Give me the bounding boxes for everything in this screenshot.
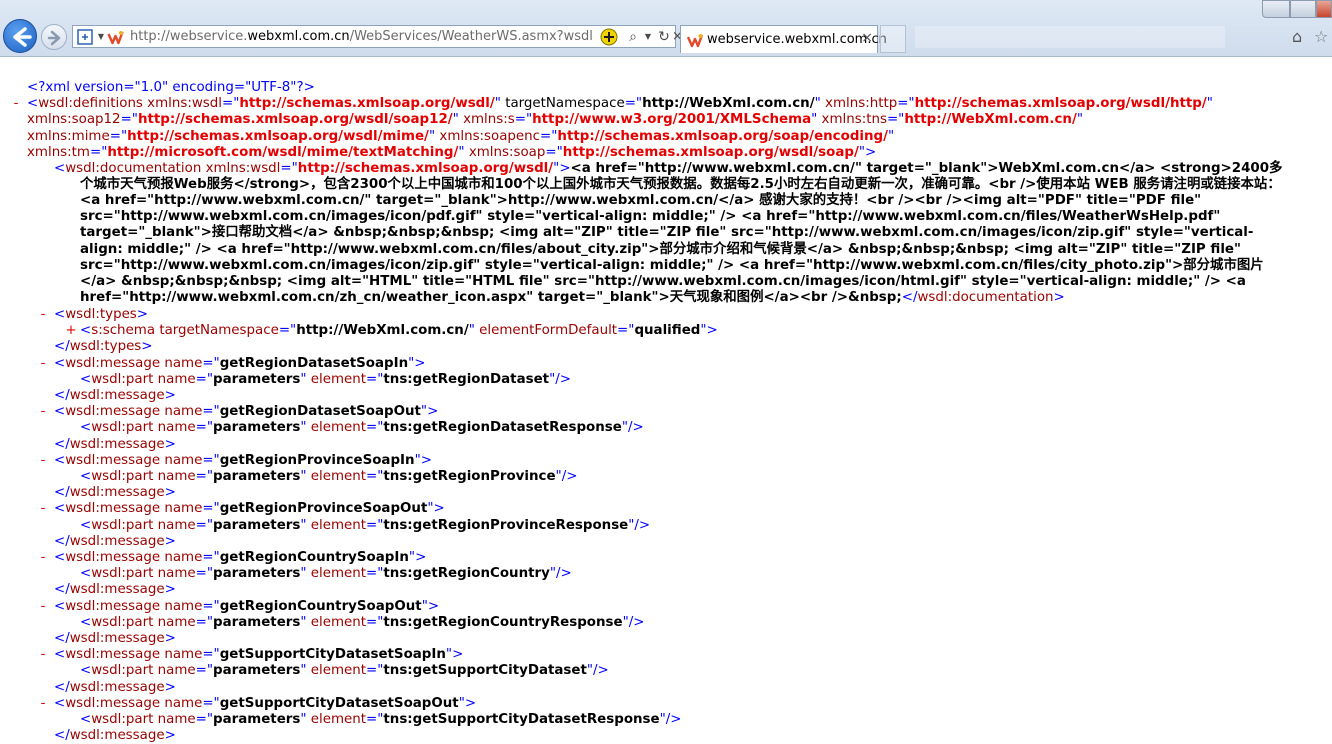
- collapse-toggle-message[interactable]: -: [37, 404, 49, 420]
- message-part-line: <wsdl:part name="parameters" element="tn…: [80, 614, 645, 630]
- documentation-text-8: href="http://www.webxml.com.cn/zh_cn/wea…: [80, 290, 902, 305]
- message-part-line: <wsdl:part name="parameters" element="tn…: [80, 420, 644, 436]
- definitions-line-1: <wsdl:definitions xmlns:wsdl="http://sch…: [27, 96, 1213, 111]
- site-favicon-icon: [107, 31, 124, 45]
- collapse-toggle-definitions[interactable]: -: [10, 96, 22, 112]
- documentation-open-line: <wsdl:documentation xmlns:wsdl="http://s…: [54, 161, 1283, 176]
- url-suffix: /WebServices/WeatherWS.asmx?wsdl: [349, 29, 593, 44]
- documentation-text-1: 个城市天气预报Web服务</strong>，包含2300个以上中国城市和100个…: [80, 177, 1281, 192]
- documentation-text-0: <a href="http://www.webxml.com.cn/" targ…: [570, 161, 1283, 176]
- collapse-toggle-message[interactable]: -: [37, 550, 49, 566]
- compatibility-icon[interactable]: [77, 29, 93, 45]
- message-open-line: <wsdl:message name="getRegionDatasetSoap…: [54, 355, 426, 371]
- collapse-toggle-message[interactable]: -: [37, 501, 49, 517]
- documentation-text-2: <a href="http://www.webxml.com.cn/" targ…: [80, 193, 1202, 208]
- tab-label: webservice.webxml.com.cn: [707, 32, 887, 47]
- forward-button[interactable]: [41, 24, 67, 50]
- message-close-line: </wsdl:message>: [54, 387, 176, 403]
- documentation-text-4: target="_blank">接口帮助文档</a> &nbsp;&nbsp;&…: [80, 225, 1254, 240]
- new-tab-button[interactable]: [880, 25, 906, 53]
- message-open-line: <wsdl:message name="getRegionDatasetSoap…: [54, 404, 439, 420]
- message-open-line: <wsdl:message name="getRegionCountrySoap…: [54, 598, 440, 614]
- documentation-text-7: </a> &nbsp;&nbsp;&nbsp; <img alt="HTML" …: [80, 274, 1246, 289]
- url-domain: webxml.com.cn: [247, 29, 350, 44]
- browser-toolbar: ▼ http://webservice.webxml.com.cn/WebSer…: [0, 0, 1332, 57]
- message-open-line: <wsdl:message name="getRegionCountrySoap…: [54, 549, 427, 565]
- message-open-line: <wsdl:message name="getSupportCityDatase…: [54, 695, 477, 711]
- home-icon[interactable]: ⌂: [1292, 27, 1310, 46]
- message-part-line: <wsdl:part name="parameters" element="tn…: [80, 663, 609, 679]
- message-close-line: </wsdl:message>: [54, 582, 176, 598]
- tab-webservice[interactable]: webservice.webxml.com.cn ×: [680, 25, 887, 53]
- types-open-line: <wsdl:types>: [54, 307, 149, 322]
- message-part-line: <wsdl:part name="parameters" element="tn…: [80, 468, 578, 484]
- url-prefix: http://webservice.: [130, 29, 248, 44]
- documentation-close-line: href="http://www.webxml.com.cn/zh_cn/wea…: [80, 290, 1065, 305]
- message-open-line: <wsdl:message name="getRegionProvinceSoa…: [54, 452, 432, 468]
- definitions-line-2: xmlns:soap12="http://schemas.xmlsoap.org…: [27, 112, 1084, 127]
- message-close-line: </wsdl:message>: [54, 533, 176, 549]
- message-part-line: <wsdl:part name="parameters" element="tn…: [80, 711, 682, 727]
- documentation-text-5: align: middle;" /> <a href="http://www.w…: [80, 242, 1241, 257]
- window-close-button[interactable]: [1316, 0, 1332, 18]
- schema-line: <s:schema targetNamespace="http://WebXml…: [80, 323, 718, 338]
- refresh-icon[interactable]: ↻: [655, 28, 673, 46]
- collapse-toggle-message[interactable]: -: [37, 356, 49, 372]
- message-part-line: <wsdl:part name="parameters" element="tn…: [80, 371, 571, 387]
- xml-decl-text: <?xml version="1.0" encoding="UTF-8"?>: [27, 80, 315, 95]
- collapse-toggle-message[interactable]: -: [37, 696, 49, 712]
- documentation-text-3: src="http://www.webxml.com.cn/images/ico…: [80, 209, 1221, 224]
- message-open-line: <wsdl:message name="getRegionProvinceSoa…: [54, 501, 445, 517]
- types-close-line: </wsdl:types>: [54, 339, 153, 354]
- minimize-button[interactable]: [1262, 0, 1290, 18]
- tab-favicon-icon: [687, 34, 703, 48]
- favorites-star-icon[interactable]: ☆: [1314, 27, 1332, 46]
- expand-toggle-schema[interactable]: +: [65, 323, 77, 339]
- message-close-line: </wsdl:message>: [54, 728, 176, 744]
- message-close-line: </wsdl:message>: [54, 485, 176, 501]
- message-close-line: </wsdl:message>: [54, 630, 176, 646]
- close-icon[interactable]: ×: [672, 28, 683, 46]
- back-button[interactable]: [3, 19, 37, 53]
- message-part-line: <wsdl:part name="parameters" element="tn…: [80, 566, 572, 582]
- definitions-line-3: xmlns:mime="http://schemas.xmlsoap.org/w…: [27, 129, 895, 144]
- message-open-line: <wsdl:message name="getSupportCityDatase…: [54, 647, 464, 663]
- add-icon[interactable]: [600, 28, 618, 46]
- address-bar[interactable]: ▼ http://webservice.webxml.com.cn/WebSer…: [72, 25, 683, 48]
- toolbar-blur-area: [915, 26, 1225, 48]
- collapse-toggle-message[interactable]: -: [37, 453, 49, 469]
- message-part-line: <wsdl:part name="parameters" element="tn…: [80, 517, 651, 533]
- definitions-line-4: xmlns:tm="http://microsoft.com/wsdl/mime…: [27, 145, 877, 160]
- maximize-button[interactable]: [1290, 0, 1316, 18]
- message-close-line: </wsdl:message>: [54, 436, 176, 452]
- xml-declaration: <?xml version="1.0" encoding="UTF-8"?>: [27, 80, 1332, 96]
- documentation-text-6: src="http://www.webxml.com.cn/images/ico…: [80, 258, 1264, 273]
- tab-close-icon[interactable]: ×: [861, 30, 873, 46]
- collapse-toggle-message[interactable]: -: [37, 599, 49, 615]
- forward-arrow-icon: [47, 30, 61, 46]
- url-text[interactable]: http://webservice.webxml.com.cn/WebServi…: [130, 29, 593, 44]
- collapse-toggle-types[interactable]: -: [37, 307, 49, 323]
- back-arrow-icon: [13, 27, 32, 47]
- collapse-toggle-message[interactable]: -: [37, 647, 49, 663]
- message-close-line: </wsdl:message>: [54, 679, 176, 695]
